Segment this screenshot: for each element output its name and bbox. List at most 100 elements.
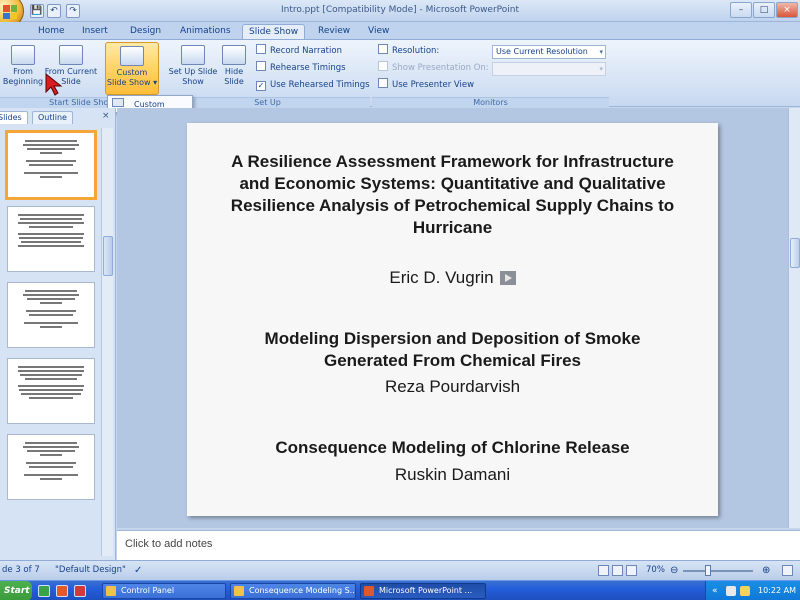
presenter-view-label: Use Presenter View — [392, 80, 475, 90]
talk-title[interactable]: Modeling Dispersion and Deposition of Sm… — [187, 328, 718, 372]
tab-slide-show[interactable]: Slide Show — [242, 24, 306, 40]
tab-home[interactable]: Home — [32, 24, 71, 40]
notes-pane[interactable]: Click to add notes — [117, 530, 800, 560]
status-bar: de 3 of 7 "Default Design" ✓ 70% ⊖ ⊕ — [0, 560, 800, 580]
show-presentation-on-dropdown[interactable]: ▾ — [492, 62, 606, 76]
slide-show-view-icon[interactable] — [626, 565, 637, 576]
tab-review[interactable]: Review — [312, 24, 356, 40]
chevron-down-icon: ▾ — [599, 48, 603, 56]
network-icon[interactable] — [740, 586, 750, 596]
slide-thumbnail[interactable] — [7, 206, 95, 272]
record-narration-button[interactable]: Record Narration — [256, 44, 342, 59]
window-title: Intro.ppt [Compatibility Mode] - Microso… — [280, 5, 520, 15]
zoom-out-icon[interactable]: ⊖ — [670, 561, 678, 580]
show-on-label: Show Presentation On: — [392, 63, 489, 73]
hide-slide-label: Hide Slide — [224, 67, 244, 86]
speaker-name[interactable]: Reza Pourdarvish — [187, 377, 718, 397]
talk-title[interactable]: A Resilience Assessment Framework for In… — [187, 151, 718, 239]
custom-slide-show-label: Custom Slide Show ▾ — [106, 68, 158, 87]
hide-slide-button[interactable]: Hide Slide — [214, 42, 254, 95]
rehearse-timings-label: Rehearse Timings — [270, 63, 346, 73]
mouse-cursor-icon — [45, 72, 63, 96]
resolution-dropdown[interactable]: Use Current Resolution ▾ — [492, 45, 606, 59]
fit-to-window-icon[interactable] — [782, 565, 793, 576]
set-up-group-label: Set Up — [165, 97, 370, 108]
slide-vertical-scrollbar[interactable] — [788, 108, 800, 528]
talk-title[interactable]: Consequence Modeling of Chlorine Release — [187, 437, 718, 459]
start-button[interactable]: Start — [0, 581, 32, 600]
task-label: Control Panel — [121, 586, 175, 595]
stopwatch-icon — [256, 61, 266, 71]
tab-outline[interactable]: Outline — [32, 111, 73, 124]
taskbar-item-consequence-modeling[interactable]: Consequence Modeling S... — [230, 583, 356, 599]
checkbox-checked-icon: ✓ — [256, 81, 266, 91]
tab-design[interactable]: Design — [124, 24, 167, 40]
quick-launch-icon[interactable] — [38, 585, 50, 597]
taskbar-item-control-panel[interactable]: Control Panel — [102, 583, 226, 599]
slide-thumbnail[interactable] — [7, 434, 95, 500]
taskbar-item-powerpoint[interactable]: Microsoft PowerPoint ... — [360, 583, 486, 599]
tab-insert[interactable]: Insert — [76, 24, 114, 40]
windows-taskbar: Start Control Panel Consequence Modeling… — [0, 580, 800, 600]
ribbon-tabs: Home Insert Design Animations Slide Show… — [0, 22, 800, 40]
scrollbar-thumb[interactable] — [103, 236, 113, 276]
monitor-icon — [378, 61, 388, 71]
projector-icon — [59, 45, 83, 65]
tab-view[interactable]: View — [362, 24, 395, 40]
scrollbar-thumb[interactable] — [790, 238, 800, 268]
minimize-button[interactable]: – — [730, 2, 752, 18]
checkbox-unchecked-icon — [378, 78, 388, 88]
close-button[interactable]: × — [776, 2, 798, 18]
zoom-slider[interactable] — [683, 570, 753, 572]
resolution-label-row: Resolution: — [378, 44, 439, 59]
normal-view-icon[interactable] — [598, 565, 609, 576]
powerpoint-icon — [364, 586, 374, 596]
speaker-name[interactable]: Eric D. Vugrin — [187, 268, 718, 288]
zoom-in-icon[interactable]: ⊕ — [762, 561, 770, 580]
use-presenter-view-checkbox[interactable]: Use Presenter View — [378, 78, 474, 93]
slide-editing-area: A Resilience Assessment Framework for In… — [117, 108, 788, 528]
slide-thumbnail[interactable] — [7, 282, 95, 348]
slide-thumbnail[interactable] — [5, 130, 97, 200]
zoom-slider-thumb[interactable] — [704, 565, 711, 576]
speaker-icon[interactable] — [726, 586, 736, 596]
custom-slide-show-button[interactable]: Custom Slide Show ▾ — [105, 42, 159, 95]
close-icon[interactable]: × — [102, 111, 110, 121]
tray-expand-icon[interactable]: « — [712, 581, 718, 600]
folder-icon — [234, 586, 244, 596]
thumbnail-scrollbar[interactable] — [101, 128, 113, 556]
system-tray: « 10:22 AM — [705, 581, 800, 600]
use-rehearsed-timings-checkbox[interactable]: ✓ Use Rehearsed Timings — [256, 78, 370, 93]
quick-launch-icon[interactable] — [56, 585, 68, 597]
resolution-value: Use Current Resolution — [496, 47, 588, 56]
slide-sorter-icon[interactable] — [612, 565, 623, 576]
spell-check-icon[interactable]: ✓ — [134, 561, 142, 580]
quick-launch-icon[interactable] — [74, 585, 86, 597]
theme-name: "Default Design" — [55, 565, 126, 575]
tab-slides[interactable]: Slides — [0, 111, 28, 124]
rehearse-timings-button[interactable]: Rehearse Timings — [256, 61, 346, 76]
set-up-slide-show-button[interactable]: Set Up Slide Show — [166, 42, 220, 95]
task-label: Consequence Modeling S... — [249, 586, 356, 595]
monitor-icon — [378, 44, 388, 54]
speaker-name[interactable]: Ruskin Damani — [187, 465, 718, 485]
monitors-group-label: Monitors — [372, 97, 609, 108]
slide-thumbnail[interactable] — [7, 358, 95, 424]
from-beginning-button[interactable]: From Beginning — [0, 42, 50, 95]
slide-count: de 3 of 7 — [2, 565, 40, 575]
microphone-icon — [256, 44, 266, 54]
show-presentation-on-label-row: Show Presentation On: — [378, 61, 489, 76]
record-narration-label: Record Narration — [270, 46, 342, 56]
speaker-name-text: Eric D. Vugrin — [389, 268, 494, 287]
current-slide[interactable]: A Resilience Assessment Framework for In… — [187, 123, 718, 516]
maximize-button[interactable]: □ — [753, 2, 775, 18]
custom-show-icon — [120, 46, 144, 66]
play-media-icon[interactable] — [499, 271, 516, 285]
chevron-down-icon: ▾ — [599, 65, 603, 73]
hide-slide-icon — [222, 45, 246, 65]
projector-icon — [11, 45, 35, 65]
tab-animations[interactable]: Animations — [174, 24, 237, 40]
zoom-level[interactable]: 70% — [646, 561, 665, 580]
resolution-label: Resolution: — [392, 46, 440, 56]
clock: 10:22 AM — [758, 586, 796, 595]
